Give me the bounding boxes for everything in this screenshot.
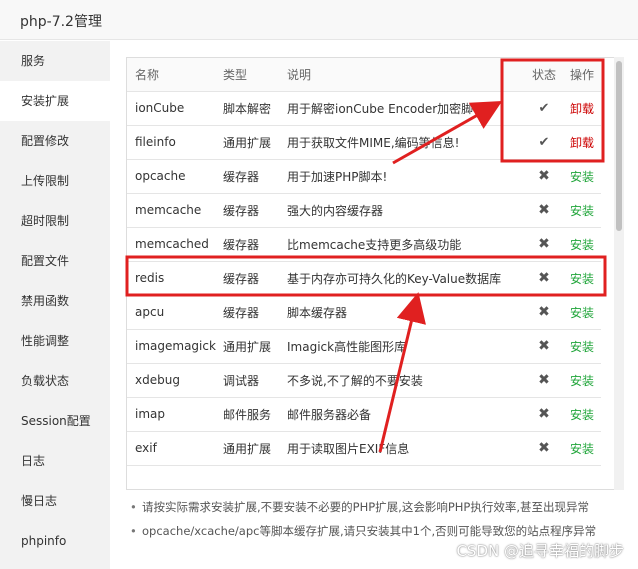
extension-type: 缓存器 — [221, 193, 285, 228]
extension-type: 通用扩展 — [221, 329, 285, 364]
extension-type: 调试器 — [221, 363, 285, 398]
install-button[interactable]: 安装 — [570, 204, 594, 218]
extension-type: 缓存器 — [221, 295, 285, 330]
uninstall-button[interactable]: 卸载 — [570, 102, 594, 116]
extension-description: 比memcache支持更多高级功能 — [285, 227, 525, 262]
extension-type: 邮件服务 — [221, 397, 285, 432]
table-row: redis 缓存器 基于内存亦可持久化的Key-Value数据库 ✖ 安装 — [127, 261, 601, 296]
column-header-name: 名称 — [127, 58, 221, 92]
column-header-operation: 操作 — [563, 58, 601, 92]
table-scrollbar[interactable] — [614, 57, 624, 490]
sidebar-item-phpinfo[interactable]: phpinfo — [0, 521, 110, 561]
extension-description: Imagick高性能图形库 — [285, 329, 525, 364]
extension-description: 强大的内容缓存器 — [285, 193, 525, 228]
uninstall-button[interactable]: 卸载 — [570, 136, 594, 150]
sidebar-item-performance[interactable]: 性能调整 — [0, 321, 110, 361]
extension-description: 基于内存亦可持久化的Key-Value数据库 — [285, 261, 525, 296]
table-row: memcached 缓存器 比memcache支持更多高级功能 ✖ 安装 — [127, 227, 601, 262]
cross-icon: ✖ — [538, 168, 550, 184]
extension-name: xdebug — [127, 363, 221, 398]
checkmark-icon: ✔ — [538, 134, 550, 150]
extension-name: exif — [127, 431, 221, 466]
column-header-status: 状态 — [525, 58, 563, 92]
table-row: imagemagick 通用扩展 Imagick高性能图形库 ✖ 安装 — [127, 329, 601, 364]
sidebar-item-config-edit[interactable]: 配置修改 — [0, 121, 110, 161]
sidebar-item-slow-log[interactable]: 慢日志 — [0, 481, 110, 521]
cross-icon: ✖ — [538, 304, 550, 320]
cross-icon: ✖ — [538, 270, 550, 286]
table-row: ionCube 脚本解密 用于解密ionCube Encoder加密脚本! ✔ … — [127, 91, 601, 126]
extension-name: ionCube — [127, 91, 221, 126]
extension-type: 缓存器 — [221, 261, 285, 296]
sidebar-item-timeout-limit[interactable]: 超时限制 — [0, 201, 110, 241]
extension-name: apcu — [127, 295, 221, 330]
sidebar-item-session-config[interactable]: Session配置 — [0, 401, 110, 441]
sidebar-item-load-status[interactable]: 负载状态 — [0, 361, 110, 401]
sidebar-item-install-extension[interactable]: 安装扩展 — [0, 81, 110, 121]
install-button[interactable]: 安装 — [570, 238, 594, 252]
install-button[interactable]: 安装 — [570, 442, 594, 456]
extension-description: 脚本缓存器 — [285, 295, 525, 330]
extension-type: 缓存器 — [221, 227, 285, 262]
extension-name: memcached — [127, 227, 221, 262]
note-item: 请按实际需求安装扩展,不要安装不必要的PHP扩展,这会影响PHP执行效率,甚至出… — [126, 495, 631, 519]
extension-description: 用于加速PHP脚本! — [285, 159, 525, 194]
install-button[interactable]: 安装 — [570, 170, 594, 184]
install-button[interactable]: 安装 — [570, 340, 594, 354]
extensions-table-container: 名称 类型 说明 状态 操作 ionCube 脚本解密 用于解密ionCube … — [126, 57, 616, 490]
table-row: fileinfo 通用扩展 用于获取文件MIME,编码等信息! ✔ 卸载 — [127, 125, 601, 160]
notes-list: 请按实际需求安装扩展,不要安装不必要的PHP扩展,这会影响PHP执行效率,甚至出… — [126, 495, 631, 543]
extension-description: 邮件服务器必备 — [285, 397, 525, 432]
cross-icon: ✖ — [538, 372, 550, 388]
scrollbar-thumb[interactable] — [616, 61, 622, 231]
table-header-row: 名称 类型 说明 状态 操作 — [127, 58, 601, 92]
install-button[interactable]: 安装 — [570, 272, 594, 286]
window-title: php-7.2管理 — [20, 14, 102, 30]
sidebar-item-service[interactable]: 服务 — [0, 41, 110, 81]
extension-name: redis — [127, 261, 221, 296]
extension-type: 通用扩展 — [221, 431, 285, 466]
main-panel: 名称 类型 说明 状态 操作 ionCube 脚本解密 用于解密ionCube … — [110, 41, 638, 569]
extension-type: 脚本解密 — [221, 91, 285, 126]
cross-icon: ✖ — [538, 406, 550, 422]
extension-description: 不多说,不了解的不要安装 — [285, 363, 525, 398]
column-header-type: 类型 — [221, 58, 285, 92]
sidebar-item-disabled-functions[interactable]: 禁用函数 — [0, 281, 110, 321]
table-row: apcu 缓存器 脚本缓存器 ✖ 安装 — [127, 295, 601, 330]
sidebar-item-config-file[interactable]: 配置文件 — [0, 241, 110, 281]
extension-name: imap — [127, 397, 221, 432]
table-row: imap 邮件服务 邮件服务器必备 ✖ 安装 — [127, 397, 601, 432]
install-button[interactable]: 安装 — [570, 306, 594, 320]
window-titlebar: php-7.2管理 — [0, 0, 638, 40]
table-row: exif 通用扩展 用于读取图片EXIF信息 ✖ 安装 — [127, 431, 601, 466]
install-button[interactable]: 安装 — [570, 408, 594, 422]
column-header-description: 说明 — [285, 58, 525, 92]
table-row: memcache 缓存器 强大的内容缓存器 ✖ 安装 — [127, 193, 601, 228]
sidebar-item-log[interactable]: 日志 — [0, 441, 110, 481]
extension-name: opcache — [127, 159, 221, 194]
extension-name: imagemagick — [127, 329, 221, 364]
cross-icon: ✖ — [538, 202, 550, 218]
watermark: CSDN @追寻幸福的脚步 — [456, 542, 624, 560]
cross-icon: ✖ — [538, 236, 550, 252]
extension-type: 通用扩展 — [221, 125, 285, 160]
extensions-table: 名称 类型 说明 状态 操作 ionCube 脚本解密 用于解密ionCube … — [127, 58, 601, 466]
sidebar: 服务 安装扩展 配置修改 上传限制 超时限制 配置文件 禁用函数 性能调整 负载… — [0, 41, 110, 569]
extension-description: 用于获取文件MIME,编码等信息! — [285, 125, 525, 160]
extension-description: 用于读取图片EXIF信息 — [285, 431, 525, 466]
extension-type: 缓存器 — [221, 159, 285, 194]
checkmark-icon: ✔ — [538, 100, 550, 116]
extension-description: 用于解密ionCube Encoder加密脚本! — [285, 91, 525, 126]
table-row: xdebug 调试器 不多说,不了解的不要安装 ✖ 安装 — [127, 363, 601, 398]
install-button[interactable]: 安装 — [570, 374, 594, 388]
extension-name: fileinfo — [127, 125, 221, 160]
cross-icon: ✖ — [538, 440, 550, 456]
table-row: opcache 缓存器 用于加速PHP脚本! ✖ 安装 — [127, 159, 601, 194]
extension-name: memcache — [127, 193, 221, 228]
sidebar-item-upload-limit[interactable]: 上传限制 — [0, 161, 110, 201]
cross-icon: ✖ — [538, 338, 550, 354]
